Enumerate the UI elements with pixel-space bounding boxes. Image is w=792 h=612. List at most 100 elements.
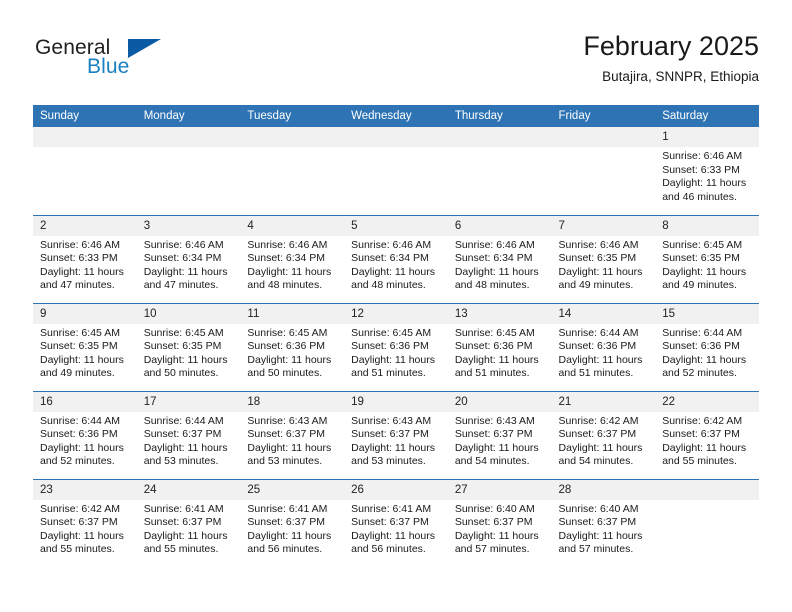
calendar-day-cell[interactable]: 1 Sunrise: 6:46 AM Sunset: 6:33 PM Daylight… xyxy=(655,127,759,215)
day-details: Sunrise: 6:44 AM Sunset: 6:36 PM Daylight:… xyxy=(655,324,759,381)
daylight-text: Daylight: 11 hours and 49 minutes. xyxy=(558,265,643,292)
sunrise-text: Sunrise: 6:43 AM xyxy=(454,414,535,427)
day-number: 26 xyxy=(344,479,448,500)
daylight-text: Daylight: 11 hours and 49 minutes. xyxy=(662,265,747,292)
calendar-day-cell[interactable]: 17 Sunrise: 6:44 AM Sunset: 6:37 PM Dayligh… xyxy=(136,390,241,479)
calendar-day-cell[interactable]: 21 Sunrise: 6:42 AM Sunset: 6:37 PM Dayligh… xyxy=(551,390,656,479)
calendar-day-cell[interactable]: 9 Sunrise: 6:45 AM Sunset: 6:35 PM Daylight… xyxy=(33,302,137,391)
day-number xyxy=(136,127,241,147)
sunset-text: Sunset: 6:36 PM xyxy=(351,340,429,353)
sunset-text: Sunset: 6:36 PM xyxy=(247,340,326,353)
day-number: 6 xyxy=(447,215,552,236)
daylight-text: Daylight: 11 hours and 48 minutes. xyxy=(351,265,435,292)
sunset-text: Sunset: 6:36 PM xyxy=(454,340,533,353)
sunset-text: Sunset: 6:37 PM xyxy=(143,428,222,441)
calendar-day-cell[interactable]: 10 Sunrise: 6:45 AM Sunset: 6:35 PM Dayligh… xyxy=(136,302,241,391)
brand-logo: General Blue xyxy=(33,36,253,92)
day-number: 21 xyxy=(551,391,656,412)
day-number: 9 xyxy=(33,303,137,324)
day-details: Sunrise: 6:46 AM Sunset: 6:34 PM Daylight:… xyxy=(137,236,241,293)
calendar-day-cell[interactable]: 15 Sunrise: 6:44 AM Sunset: 6:36 PM Dayligh… xyxy=(655,302,759,391)
sunrise-text: Sunrise: 6:44 AM xyxy=(558,326,639,339)
calendar-day-cell[interactable]: 27 Sunrise: 6:40 AM Sunset: 6:37 PM Dayligh… xyxy=(447,478,552,567)
day-details: Sunrise: 6:45 AM Sunset: 6:36 PM Daylight:… xyxy=(240,324,344,381)
day-details: Sunrise: 6:44 AM Sunset: 6:37 PM Daylight:… xyxy=(137,412,241,469)
sunset-text: Sunset: 6:34 PM xyxy=(143,252,222,265)
day-number xyxy=(240,127,345,147)
calendar-week-row: 1 Sunrise: 6:46 AM Sunset: 6:33 PM Daylight… xyxy=(33,127,759,215)
sunrise-text: Sunrise: 6:45 AM xyxy=(454,326,535,339)
calendar-day-cell[interactable]: 18 Sunrise: 6:43 AM Sunset: 6:37 PM Dayligh… xyxy=(240,390,345,479)
sunrise-text: Sunrise: 6:42 AM xyxy=(40,502,120,515)
day-number xyxy=(33,127,137,147)
calendar-day-cell[interactable]: 6 Sunrise: 6:46 AM Sunset: 6:34 PM Daylight… xyxy=(447,214,552,303)
calendar-day-cell-empty xyxy=(551,127,656,215)
calendar-day-cell[interactable]: 2 Sunrise: 6:46 AM Sunset: 6:33 PM Daylight… xyxy=(33,214,137,303)
sunrise-text: Sunrise: 6:42 AM xyxy=(662,414,743,427)
day-number: 4 xyxy=(240,215,345,236)
sunrise-text: Sunrise: 6:45 AM xyxy=(662,238,743,251)
daylight-text: Daylight: 11 hours and 55 minutes. xyxy=(662,441,747,468)
day-details: Sunrise: 6:45 AM Sunset: 6:36 PM Daylight:… xyxy=(448,324,552,381)
calendar-day-cell[interactable]: 16 Sunrise: 6:44 AM Sunset: 6:36 PM Dayligh… xyxy=(33,390,137,479)
calendar-day-cell[interactable]: 22 Sunrise: 6:42 AM Sunset: 6:37 PM Dayligh… xyxy=(655,390,759,479)
calendar-day-cell[interactable]: 19 Sunrise: 6:43 AM Sunset: 6:37 PM Dayligh… xyxy=(344,390,448,479)
day-number xyxy=(655,479,759,500)
sunset-text: Sunset: 6:37 PM xyxy=(454,428,533,441)
calendar-day-cell[interactable]: 4 Sunrise: 6:46 AM Sunset: 6:34 PM Daylight… xyxy=(240,214,345,303)
calendar-day-cell[interactable]: 23 Sunrise: 6:42 AM Sunset: 6:37 PM Dayligh… xyxy=(33,478,137,567)
sunset-text: Sunset: 6:35 PM xyxy=(558,252,637,265)
weekday-header-row: Sunday Monday Tuesday Wednesday Thursday… xyxy=(33,105,759,127)
day-details: Sunrise: 6:45 AM Sunset: 6:35 PM Daylight:… xyxy=(137,324,241,381)
daylight-text: Daylight: 11 hours and 48 minutes. xyxy=(247,265,332,292)
day-number: 22 xyxy=(655,391,759,412)
sunset-text: Sunset: 6:33 PM xyxy=(662,163,740,176)
day-details: Sunrise: 6:40 AM Sunset: 6:37 PM Daylight:… xyxy=(552,500,656,557)
calendar-day-cell[interactable]: 24 Sunrise: 6:41 AM Sunset: 6:37 PM Dayligh… xyxy=(136,478,241,567)
daylight-text: Daylight: 11 hours and 53 minutes. xyxy=(351,441,435,468)
day-details: Sunrise: 6:41 AM Sunset: 6:37 PM Daylight:… xyxy=(344,500,448,557)
calendar-day-cell[interactable]: 7 Sunrise: 6:46 AM Sunset: 6:35 PM Daylight… xyxy=(551,214,656,303)
calendar-day-cell[interactable]: 13 Sunrise: 6:45 AM Sunset: 6:36 PM Dayligh… xyxy=(447,302,552,391)
day-number: 15 xyxy=(655,303,759,324)
title-block: February 2025 Butajira, SNNPR, Ethiopia xyxy=(583,30,759,87)
sunset-text: Sunset: 6:36 PM xyxy=(558,340,637,353)
calendar-day-cell[interactable]: 11 Sunrise: 6:45 AM Sunset: 6:36 PM Dayligh… xyxy=(240,302,345,391)
calendar-day-cell[interactable]: 26 Sunrise: 6:41 AM Sunset: 6:37 PM Dayligh… xyxy=(344,478,448,567)
calendar-day-cell[interactable]: 20 Sunrise: 6:43 AM Sunset: 6:37 PM Dayligh… xyxy=(447,390,552,479)
sunset-text: Sunset: 6:37 PM xyxy=(40,516,118,529)
calendar-day-cell[interactable]: 25 Sunrise: 6:41 AM Sunset: 6:37 PM Dayligh… xyxy=(240,478,345,567)
calendar-day-cell-empty xyxy=(240,127,345,215)
calendar-day-cell[interactable]: 5 Sunrise: 6:46 AM Sunset: 6:34 PM Daylight… xyxy=(344,214,448,303)
calendar-day-cell[interactable]: 14 Sunrise: 6:44 AM Sunset: 6:36 PM Dayligh… xyxy=(551,302,656,391)
calendar-day-cell[interactable]: 28 Sunrise: 6:40 AM Sunset: 6:37 PM Dayligh… xyxy=(551,478,656,567)
sunset-text: Sunset: 6:36 PM xyxy=(40,428,118,441)
day-details: Sunrise: 6:45 AM Sunset: 6:35 PM Daylight:… xyxy=(33,324,137,381)
day-details: Sunrise: 6:43 AM Sunset: 6:37 PM Daylight:… xyxy=(344,412,448,469)
sunset-text: Sunset: 6:34 PM xyxy=(454,252,533,265)
daylight-text: Daylight: 11 hours and 46 minutes. xyxy=(662,177,747,203)
sunset-text: Sunset: 6:36 PM xyxy=(662,340,740,353)
day-details: Sunrise: 6:45 AM Sunset: 6:35 PM Daylight:… xyxy=(655,236,759,293)
day-number: 7 xyxy=(551,215,656,236)
sunrise-text: Sunrise: 6:46 AM xyxy=(247,238,328,251)
day-number: 14 xyxy=(551,303,656,324)
calendar-day-cell[interactable]: 8 Sunrise: 6:45 AM Sunset: 6:35 PM Daylight… xyxy=(655,214,759,303)
calendar-day-cell[interactable]: 3 Sunrise: 6:46 AM Sunset: 6:34 PM Daylight… xyxy=(136,214,241,303)
sunrise-text: Sunrise: 6:41 AM xyxy=(247,502,328,515)
day-number xyxy=(551,127,656,147)
sunrise-text: Sunrise: 6:46 AM xyxy=(454,238,535,251)
day-details: Sunrise: 6:40 AM Sunset: 6:37 PM Daylight:… xyxy=(448,500,552,557)
sunrise-text: Sunrise: 6:45 AM xyxy=(143,326,224,339)
day-details: Sunrise: 6:43 AM Sunset: 6:37 PM Daylight:… xyxy=(240,412,344,469)
daylight-text: Daylight: 11 hours and 54 minutes. xyxy=(558,441,643,468)
triangle-icon xyxy=(128,39,161,58)
weekday-header-monday: Monday xyxy=(136,105,241,127)
calendar-day-cell[interactable]: 12 Sunrise: 6:45 AM Sunset: 6:36 PM Dayligh… xyxy=(344,302,448,391)
sunrise-text: Sunrise: 6:43 AM xyxy=(351,414,432,427)
calendar-week-row: 2 Sunrise: 6:46 AM Sunset: 6:33 PM Daylight… xyxy=(33,214,759,303)
day-details: Sunrise: 6:43 AM Sunset: 6:37 PM Daylight:… xyxy=(448,412,552,469)
sunset-text: Sunset: 6:37 PM xyxy=(662,428,740,441)
daylight-text: Daylight: 11 hours and 50 minutes. xyxy=(143,353,228,380)
daylight-text: Daylight: 11 hours and 57 minutes. xyxy=(558,529,643,556)
